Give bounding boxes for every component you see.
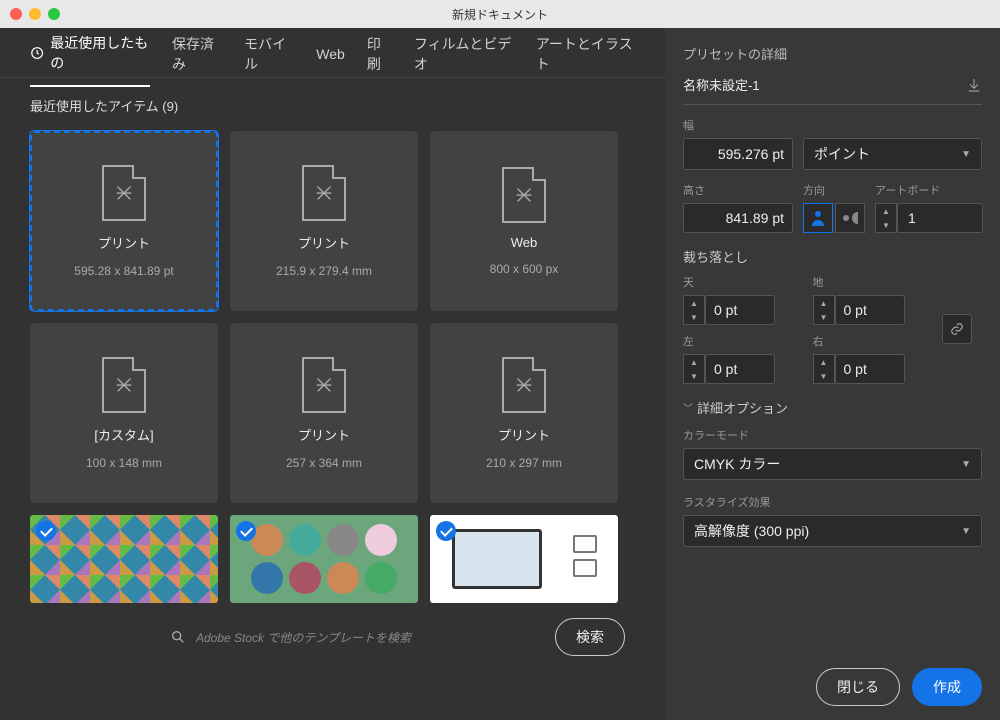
window-title: 新規ドキュメント [0, 6, 1000, 23]
bleed-top-input[interactable] [705, 295, 775, 325]
search-icon [170, 629, 186, 645]
save-preset-icon[interactable] [966, 77, 982, 93]
bleed-left-input[interactable] [705, 354, 775, 384]
preset-card[interactable]: プリント 257 x 364 mm [230, 323, 418, 503]
template-thumbnail[interactable] [30, 515, 218, 603]
preset-card[interactable]: プリント 595.28 x 841.89 pt [30, 131, 218, 311]
bleed-right-input[interactable] [835, 354, 905, 384]
close-button[interactable]: 閉じる [816, 668, 900, 706]
orientation-label: 方向 [803, 182, 865, 198]
preset-card[interactable]: Web 800 x 600 px [430, 131, 618, 311]
document-icon [502, 167, 546, 223]
height-input[interactable] [683, 203, 793, 233]
document-icon [102, 357, 146, 413]
checkmark-badge-icon [436, 521, 456, 541]
preset-card[interactable]: プリント 210 x 297 mm [430, 323, 618, 503]
raster-select[interactable]: 高解像度 (300 ppi) ▼ [683, 515, 982, 547]
height-label: 高さ [683, 182, 793, 198]
left-pane: 最近使用したもの 保存済み モバイル Web 印刷 フィルムとビデオ アートとイ… [0, 28, 665, 720]
document-icon [102, 165, 146, 221]
tab-mobile[interactable]: モバイル [244, 20, 294, 86]
search-button[interactable]: 検索 [555, 618, 625, 656]
preset-card[interactable]: プリント 215.9 x 279.4 mm [230, 131, 418, 311]
chevron-down-icon: ▼ [961, 459, 971, 470]
tab-art-illust[interactable]: アートとイラスト [536, 20, 635, 86]
tab-recent[interactable]: 最近使用したもの [30, 19, 150, 87]
width-input[interactable] [683, 138, 793, 170]
tab-web[interactable]: Web [316, 32, 345, 74]
preset-details-panel: プリセットの詳細 名称未設定-1 幅 ポイント ▼ 高さ 方向 [665, 28, 1000, 720]
unit-select[interactable]: ポイント ▼ [803, 138, 982, 170]
color-mode-select[interactable]: CMYK カラー ▼ [683, 448, 982, 480]
bleed-right-stepper[interactable]: ▲▼ [813, 354, 835, 384]
chevron-down-icon: ﹀ [683, 400, 693, 415]
portrait-person-icon [810, 209, 826, 227]
tab-print[interactable]: 印刷 [367, 20, 392, 86]
bleed-heading: 裁ち落とし [683, 247, 982, 266]
preset-grid: プリント 595.28 x 841.89 pt プリント 215.9 x 279… [30, 131, 635, 603]
recent-items-heading: 最近使用したアイテム (9) [30, 96, 635, 115]
stock-search-input[interactable]: Adobe Stock で他のテンプレートを検索 [40, 617, 541, 657]
bleed-top-stepper[interactable]: ▲▼ [683, 295, 705, 325]
orientation-landscape-button[interactable] [835, 203, 865, 233]
document-icon [502, 357, 546, 413]
create-button[interactable]: 作成 [912, 668, 982, 706]
preset-card[interactable]: [カスタム] 100 x 148 mm [30, 323, 218, 503]
clock-icon [30, 45, 44, 61]
panel-heading: プリセットの詳細 [683, 44, 982, 63]
width-label: 幅 [683, 117, 982, 133]
bleed-bottom-stepper[interactable]: ▲▼ [813, 295, 835, 325]
chevron-down-icon: ▼ [961, 149, 971, 160]
raster-label: ラスタライズ効果 [683, 494, 982, 510]
tab-film-video[interactable]: フィルムとビデオ [414, 20, 514, 86]
template-thumbnail[interactable] [230, 515, 418, 603]
orientation-portrait-button[interactable] [803, 203, 833, 233]
bleed-bottom-input[interactable] [835, 295, 905, 325]
artboard-stepper[interactable]: ▲▼ [875, 203, 897, 233]
window-titlebar: 新規ドキュメント [0, 0, 1000, 28]
bleed-left-stepper[interactable]: ▲▼ [683, 354, 705, 384]
advanced-options-toggle[interactable]: ﹀ 詳細オプション [683, 398, 982, 417]
document-icon [302, 165, 346, 221]
artboard-label: アートボード [875, 182, 983, 198]
preset-name-field[interactable]: 名称未設定-1 [683, 75, 760, 94]
category-tabs: 最近使用したもの 保存済み モバイル Web 印刷 フィルムとビデオ アートとイ… [0, 28, 665, 78]
link-bleed-icon[interactable] [942, 314, 972, 344]
artboard-input[interactable] [897, 203, 983, 233]
checkmark-badge-icon [36, 521, 56, 541]
template-thumbnail[interactable] [430, 515, 618, 603]
checkmark-badge-icon [236, 521, 256, 541]
color-mode-label: カラーモード [683, 427, 982, 443]
chevron-down-icon: ▼ [961, 526, 971, 537]
landscape-person-icon [841, 210, 859, 226]
document-icon [302, 357, 346, 413]
tab-saved[interactable]: 保存済み [172, 20, 222, 86]
